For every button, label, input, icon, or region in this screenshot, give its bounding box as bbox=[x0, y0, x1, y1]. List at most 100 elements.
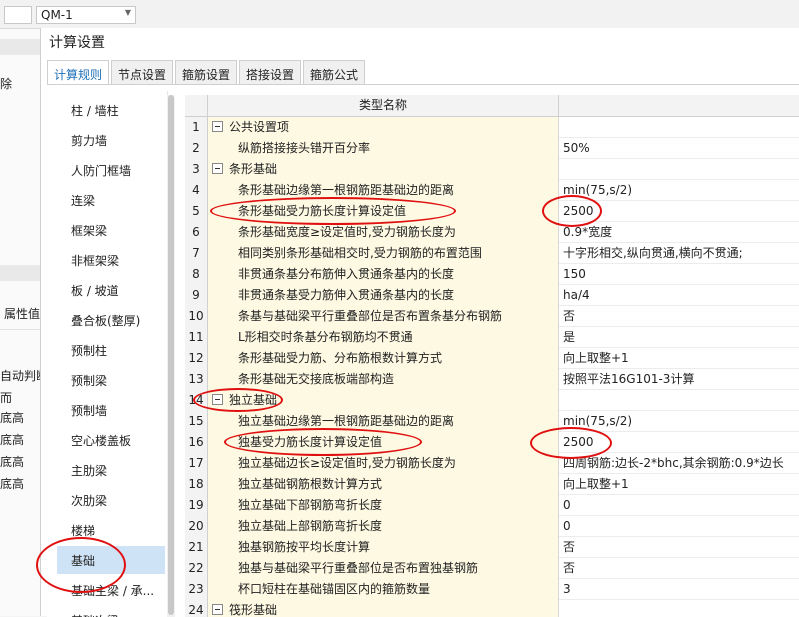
category-item[interactable]: 空心楼盖板 bbox=[57, 426, 165, 454]
setting-value-cell[interactable]: 2500 bbox=[559, 432, 799, 453]
setting-label: 条形基础受力筋长度计算设定值 bbox=[238, 204, 407, 218]
collapse-icon[interactable] bbox=[212, 121, 223, 132]
row-number: 19 bbox=[185, 495, 208, 517]
category-item[interactable]: 叠合板(整厚) bbox=[57, 306, 165, 334]
tab-node-settings[interactable]: 节点设置 bbox=[111, 60, 173, 84]
table-group-row[interactable]: 3 条形基础 bbox=[185, 159, 799, 181]
setting-name-cell: 独立基础边缘第一根钢筋距基础边的距离 bbox=[208, 411, 559, 433]
group-label: 公共设置项 bbox=[229, 120, 290, 134]
property-value: 底高 bbox=[0, 455, 25, 469]
table-group-row[interactable]: 14 独立基础 bbox=[185, 390, 799, 412]
table-row[interactable]: 9 非贯通条基受力筋伸入贯通条基内的长度 ha/4 bbox=[185, 285, 799, 307]
category-item[interactable]: 连梁 bbox=[57, 186, 165, 214]
collapse-icon[interactable] bbox=[212, 163, 223, 174]
category-item[interactable]: 柱 / 墙柱 bbox=[57, 96, 165, 124]
category-item[interactable]: 非框架梁 bbox=[57, 246, 165, 274]
category-item[interactable]: 预制墙 bbox=[57, 396, 165, 424]
setting-value-cell[interactable]: 150 bbox=[559, 264, 799, 285]
floor-selector[interactable]: QM-1 ▼ bbox=[36, 6, 136, 24]
row-number: 21 bbox=[185, 537, 208, 559]
setting-name-cell: 杯口短柱在基础锚固区内的箍筋数量 bbox=[208, 579, 559, 601]
category-item[interactable]: 主肋梁 bbox=[57, 456, 165, 484]
setting-label: 纵筋搭接接头错开百分率 bbox=[238, 141, 371, 155]
table-row[interactable]: 8 非贯通条基分布筋伸入贯通条基内的长度 150 bbox=[185, 264, 799, 286]
row-number: 1 bbox=[185, 117, 208, 139]
table-row[interactable]: 15 独立基础边缘第一根钢筋距基础边的距离 min(75,s/2) bbox=[185, 411, 799, 433]
setting-value-cell[interactable]: 向上取整+1 bbox=[559, 474, 799, 495]
table-row[interactable]: 22 独基与基础梁平行重叠部位是否布置独基钢筋 否 bbox=[185, 558, 799, 580]
setting-value-cell[interactable]: 四周钢筋:边长-2*bhc,其余钢筋:0.9*边长 bbox=[559, 453, 799, 474]
settings-table: 类型名称 1 公共设置项 2 纵筋搭接接头错开百分率 50% 3 条形基础 4 条形基础边缘第一… bbox=[185, 95, 799, 617]
table-row[interactable]: 23 杯口短柱在基础锚固区内的箍筋数量 3 bbox=[185, 579, 799, 601]
table-row[interactable]: 10 条基与基础梁平行重叠部位是否布置条基分布钢筋 否 bbox=[185, 306, 799, 328]
table-row[interactable]: 11 L形相交时条基分布钢筋均不贯通 是 bbox=[185, 327, 799, 349]
tab-lap-settings[interactable]: 搭接设置 bbox=[239, 60, 301, 84]
setting-value-cell[interactable]: min(75,s/2) bbox=[559, 411, 799, 432]
row-number: 15 bbox=[185, 411, 208, 433]
row-number: 11 bbox=[185, 327, 208, 349]
table-row[interactable]: 12 条形基础受力筋、分布筋根数计算方式 向上取整+1 bbox=[185, 348, 799, 370]
setting-value-cell[interactable]: 0 bbox=[559, 495, 799, 516]
row-number-header bbox=[185, 95, 208, 116]
category-item[interactable]: 基础 bbox=[57, 546, 165, 574]
category-item[interactable]: 框架梁 bbox=[57, 216, 165, 244]
table-row[interactable]: 20 独立基础上部钢筋弯折长度 0 bbox=[185, 516, 799, 538]
table-group-row[interactable]: 1 公共设置项 bbox=[185, 117, 799, 139]
setting-name-cell: 独基受力筋长度计算设定值 bbox=[208, 432, 559, 454]
table-row[interactable]: 18 独立基础钢筋根数计算方式 向上取整+1 bbox=[185, 474, 799, 496]
table-row[interactable]: 13 条形基础无交接底板端部构造 按照平法16G101-3计算 bbox=[185, 369, 799, 391]
property-value: 底高 bbox=[0, 411, 25, 425]
row-number: 23 bbox=[185, 579, 208, 601]
setting-value-cell[interactable]: ha/4 bbox=[559, 285, 799, 306]
collapse-icon[interactable] bbox=[212, 394, 223, 405]
setting-value-cell[interactable]: 是 bbox=[559, 327, 799, 348]
table-row[interactable]: 16 独基受力筋长度计算设定值 2500 bbox=[185, 432, 799, 454]
tab-calc-rules[interactable]: 计算规则 bbox=[47, 60, 109, 85]
table-row[interactable]: 6 条形基础宽度≥设定值时,受力钢筋长度为 0.9*宽度 bbox=[185, 222, 799, 244]
setting-name-cell: 条基与基础梁平行重叠部位是否布置条基分布钢筋 bbox=[208, 306, 559, 328]
table-row[interactable]: 7 相同类别条形基础相交时,受力钢筋的布置范围 十字形相交,纵向贯通,横向不贯通; bbox=[185, 243, 799, 265]
category-item[interactable]: 板 / 坡道 bbox=[57, 276, 165, 304]
table-row[interactable]: 4 条形基础边缘第一根钢筋距基础边的距离 min(75,s/2) bbox=[185, 180, 799, 202]
category-scrollbar[interactable] bbox=[167, 95, 175, 617]
category-item[interactable]: 基础主梁 / 承... bbox=[57, 576, 165, 604]
table-row[interactable]: 21 独基钢筋按平均长度计算 否 bbox=[185, 537, 799, 559]
table-row[interactable]: 2 纵筋搭接接头错开百分率 50% bbox=[185, 138, 799, 160]
row-number: 20 bbox=[185, 516, 208, 538]
setting-value-cell[interactable]: 向上取整+1 bbox=[559, 348, 799, 369]
tab-stirrup-formula[interactable]: 箍筋公式 bbox=[303, 60, 365, 84]
setting-value-cell[interactable]: 0.9*宽度 bbox=[559, 222, 799, 243]
setting-value-cell[interactable]: 十字形相交,纵向贯通,横向不贯通; bbox=[559, 243, 799, 264]
category-item[interactable]: 人防门框墙 bbox=[57, 156, 165, 184]
category-item[interactable]: 剪力墙 bbox=[57, 126, 165, 154]
setting-label: 独基钢筋按平均长度计算 bbox=[238, 540, 371, 554]
category-item[interactable]: 楼梯 bbox=[57, 516, 165, 544]
setting-value-cell[interactable]: 0 bbox=[559, 516, 799, 537]
background-dropdown[interactable] bbox=[4, 6, 32, 24]
setting-value-cell[interactable]: 2500 bbox=[559, 201, 799, 222]
category-item[interactable]: 预制梁 bbox=[57, 366, 165, 394]
setting-value-cell[interactable]: 否 bbox=[559, 306, 799, 327]
setting-value-cell[interactable]: 按照平法16G101-3计算 bbox=[559, 369, 799, 390]
setting-value-cell[interactable]: min(75,s/2) bbox=[559, 180, 799, 201]
table-row[interactable]: 5 条形基础受力筋长度计算设定值 2500 bbox=[185, 201, 799, 223]
setting-name-cell: 条形基础无交接底板端部构造 bbox=[208, 369, 559, 391]
table-row[interactable]: 17 独立基础边长≥设定值时,受力钢筋长度为 四周钢筋:边长-2*bhc,其余钢筋:… bbox=[185, 453, 799, 475]
row-number: 10 bbox=[185, 306, 208, 328]
setting-value-cell[interactable]: 否 bbox=[559, 558, 799, 579]
setting-value-cell[interactable]: 3 bbox=[559, 579, 799, 600]
setting-label: 条形基础边缘第一根钢筋距基础边的距离 bbox=[238, 183, 455, 197]
category-item[interactable]: 基础次梁 bbox=[57, 606, 165, 617]
category-item[interactable]: 次肋梁 bbox=[57, 486, 165, 514]
delete-label[interactable]: 除 bbox=[0, 75, 12, 92]
setting-value-cell[interactable]: 否 bbox=[559, 537, 799, 558]
setting-value-cell[interactable]: 50% bbox=[559, 138, 799, 159]
category-item[interactable]: 预制柱 bbox=[57, 336, 165, 364]
table-row[interactable]: 19 独立基础下部钢筋弯折长度 0 bbox=[185, 495, 799, 517]
table-group-row[interactable]: 24 筏形基础 bbox=[185, 600, 799, 617]
tab-stirrup-settings[interactable]: 箍筋设置 bbox=[175, 60, 237, 84]
collapse-icon[interactable] bbox=[212, 604, 223, 615]
dialog-title: 计算设置 bbox=[49, 35, 105, 51]
setting-name-cell: 条形基础边缘第一根钢筋距基础边的距离 bbox=[208, 180, 559, 202]
scrollbar-thumb[interactable] bbox=[168, 95, 174, 615]
